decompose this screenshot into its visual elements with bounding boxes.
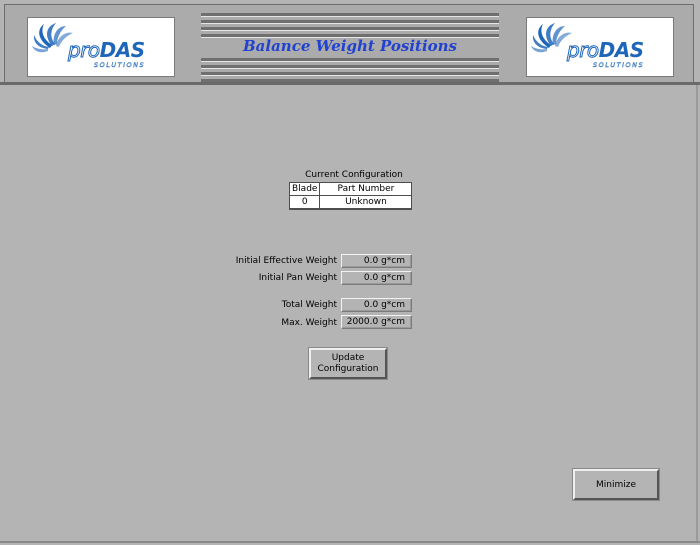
initial-pan-weight-value: 0.0 g*cm xyxy=(341,271,412,285)
logo-word-pro: pro xyxy=(567,38,600,63)
part-number-cell: Unknown xyxy=(319,195,413,210)
logo-wordmark: proDAS xyxy=(68,38,146,63)
table-header-row: Blade Part Number xyxy=(288,182,413,196)
initial-pan-weight-label: Initial Pan Weight xyxy=(258,273,337,283)
max-weight-value: 2000.0 g*cm xyxy=(341,315,412,329)
logo-wordmark: proDAS xyxy=(567,38,645,63)
column-header-blade: Blade xyxy=(288,182,321,196)
window-right-edge xyxy=(696,85,698,543)
page-title: Balance Weight Positions xyxy=(242,37,458,55)
header-divider xyxy=(0,82,700,85)
logo-word-das: DAS xyxy=(99,38,145,62)
header-panel: proDAS SOLUTIONS Balance Weight Position… xyxy=(4,4,694,84)
initial-effective-weight-value: 0.0 g*cm xyxy=(341,254,412,268)
window-bottom-edge xyxy=(0,541,700,543)
minimize-button[interactable]: Minimize xyxy=(572,468,660,501)
update-configuration-button[interactable]: Update Configuration xyxy=(308,347,388,380)
total-weight-value: 0.0 g*cm xyxy=(341,298,412,312)
prodas-logo-right: proDAS SOLUTIONS xyxy=(526,17,674,77)
total-weight-label: Total Weight xyxy=(281,300,337,310)
update-button-line2: Configuration xyxy=(317,363,379,374)
column-header-part-number: Part Number xyxy=(319,182,413,196)
update-button-line1: Update xyxy=(331,352,365,363)
logo-tagline: SOLUTIONS xyxy=(593,61,645,69)
logo-word-das: DAS xyxy=(598,38,644,62)
prodas-logo-left: proDAS SOLUTIONS xyxy=(27,17,175,77)
table-row: 0 Unknown xyxy=(288,195,413,210)
max-weight-label: Max. Weight xyxy=(281,318,337,328)
logo-word-pro: pro xyxy=(68,38,101,63)
blade-cell: 0 xyxy=(288,195,321,210)
configuration-table: Blade Part Number 0 Unknown xyxy=(288,182,413,210)
logo-tagline: SOLUTIONS xyxy=(94,61,146,69)
configuration-caption: Current Configuration xyxy=(305,170,403,180)
initial-effective-weight-label: Initial Effective Weight xyxy=(235,256,337,266)
